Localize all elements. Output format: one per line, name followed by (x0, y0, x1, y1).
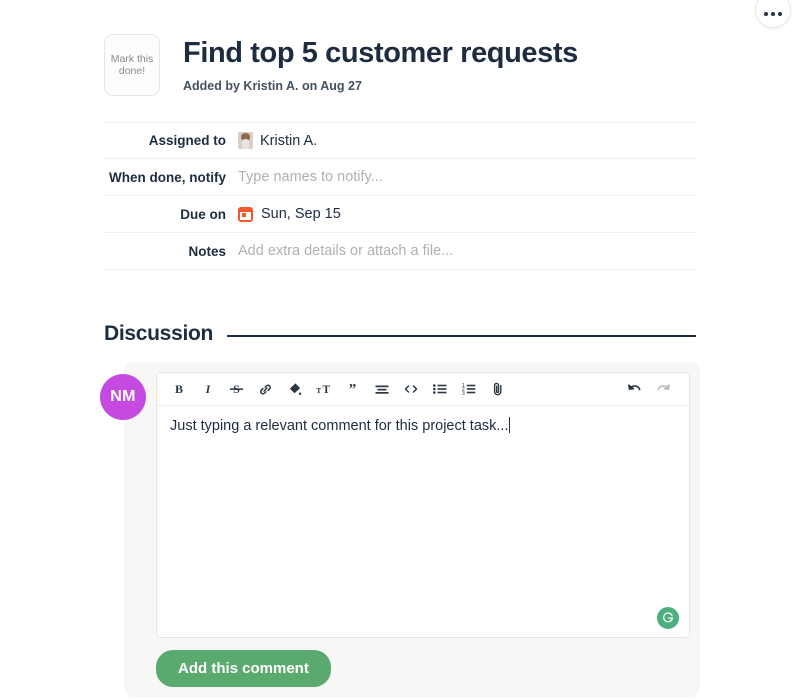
add-comment-button[interactable]: Add this comment (156, 650, 331, 687)
mark-this-done-button[interactable]: Mark this done! (104, 34, 160, 96)
meta-row-assigned-to[interactable]: Assigned to Kristin A. (104, 122, 696, 159)
title-block: Find top 5 customer requests Added by Kr… (183, 32, 578, 93)
todo-detail-page: Mark this done! Find top 5 customer requ… (0, 0, 800, 700)
todo-metadata: Assigned to Kristin A. When done, notify… (104, 122, 696, 270)
meta-value[interactable]: Sun, Sep 15 (238, 206, 696, 222)
discussion-divider (227, 334, 696, 337)
discussion-section-header: Discussion (104, 322, 696, 346)
more-options-button[interactable] (755, 0, 791, 28)
quote-icon[interactable]: ” (340, 377, 365, 402)
meta-label: Notes (188, 243, 226, 259)
comment-text-value: Just typing a relevant comment for this … (170, 418, 509, 434)
attachment-icon[interactable] (485, 377, 510, 402)
svg-text:”: ” (349, 382, 357, 396)
svg-text:T: T (323, 384, 331, 396)
composer-panel: B I S (124, 362, 700, 697)
code-icon[interactable] (398, 377, 423, 402)
redo-icon[interactable] (651, 377, 676, 402)
text-caret (509, 417, 511, 433)
svg-text:B: B (174, 382, 182, 396)
meta-row-notes[interactable]: Notes Add extra details or attach a file… (104, 233, 696, 270)
meta-value[interactable]: Kristin A. (238, 132, 696, 149)
notify-input[interactable]: Type names to notify... (238, 169, 696, 185)
strikethrough-icon[interactable]: S (224, 377, 249, 402)
numbered-list-icon[interactable]: 1 2 3 (456, 377, 481, 402)
assignee-name: Kristin A. (260, 132, 318, 149)
ellipsis-dot (778, 12, 782, 16)
meta-label: When done, notify (109, 169, 226, 185)
link-icon[interactable] (253, 377, 278, 402)
meta-row-notify[interactable]: When done, notify Type names to notify..… (104, 159, 696, 196)
ellipsis-dot (764, 12, 768, 16)
notes-input[interactable]: Add extra details or attach a file... (238, 243, 696, 259)
due-date-value: Sun, Sep 15 (261, 206, 341, 222)
font-size-icon[interactable]: T T (311, 377, 336, 402)
page-title: Find top 5 customer requests (183, 37, 578, 69)
todo-header: Mark this done! Find top 5 customer requ… (104, 32, 696, 96)
comment-input[interactable]: Just typing a relevant comment for this … (157, 406, 689, 637)
meta-row-due-on[interactable]: Due on Sun, Sep 15 (104, 196, 696, 233)
highlight-icon[interactable] (282, 377, 307, 402)
undo-icon[interactable] (622, 377, 647, 402)
comment-composer: NM B I S (100, 362, 700, 697)
svg-text:T: T (316, 386, 321, 395)
rich-text-editor[interactable]: B I S (156, 372, 690, 638)
meta-label: Due on (180, 206, 226, 222)
bullet-list-icon[interactable] (427, 377, 452, 402)
bold-icon[interactable]: B (166, 377, 191, 402)
editor-toolbar: B I S (157, 373, 689, 406)
person-avatar-icon (238, 132, 253, 149)
avatar[interactable]: NM (100, 374, 146, 420)
comment-text-line: Just typing a relevant comment for this … (170, 416, 676, 436)
svg-text:3: 3 (462, 391, 465, 396)
svg-text:I: I (204, 382, 211, 396)
grammarly-badge-icon[interactable] (657, 607, 679, 629)
ellipsis-dot (771, 12, 775, 16)
todo-byline: Added by Kristin A. on Aug 27 (183, 79, 362, 93)
meta-label: Assigned to (148, 133, 226, 148)
italic-icon[interactable]: I (195, 377, 220, 402)
calendar-icon (238, 206, 253, 222)
discussion-heading: Discussion (104, 322, 214, 345)
heading-lines-icon[interactable] (369, 377, 394, 402)
